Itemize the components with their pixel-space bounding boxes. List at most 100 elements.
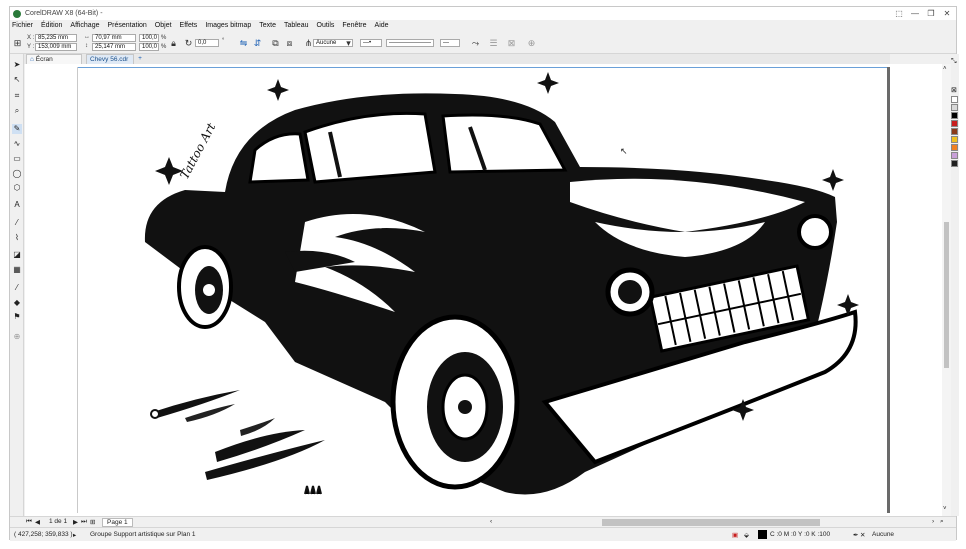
palette-swatch[interactable]	[951, 160, 958, 167]
artistic-media-icon[interactable]: ∿	[12, 139, 22, 149]
degree-symbol: °	[222, 38, 225, 44]
menu-tableau[interactable]: Tableau	[284, 22, 309, 29]
rotation-field[interactable]: 0,0	[195, 39, 219, 47]
rectangle-tool-icon[interactable]: ▭	[12, 154, 22, 164]
window-title: CorelDRAW X8 (64-Bit) -	[25, 10, 103, 17]
page-tab[interactable]: Page 1	[102, 518, 133, 527]
palette-swatch[interactable]	[951, 112, 958, 119]
status-arrow-icon[interactable]: ▸	[73, 531, 76, 539]
no-outline-icon: ✕	[860, 532, 866, 539]
toolbox: ➤ ↖ ⌗ ⌕ ✎ ∿ ▭ ◯ ⬡ A ⁄ ⌇ ◪ ▦ ⁄ ◆ ⚑ ⊕	[10, 54, 24, 516]
menu-aide[interactable]: Aide	[375, 22, 389, 29]
crop-tool-icon[interactable]: ⌗	[12, 91, 22, 101]
menu-fenetre[interactable]: Fenêtre	[342, 22, 366, 29]
color-proof-icon[interactable]: ▣	[732, 531, 738, 539]
palette-swatch[interactable]	[951, 136, 958, 143]
selection-info: Groupe Support artistique sur Plan 1	[90, 531, 196, 538]
prev-page-icon[interactable]: ◀	[35, 518, 40, 526]
menu-edition[interactable]: Édition	[41, 22, 62, 29]
menu-images-bitmap[interactable]: Images bitmap	[205, 22, 251, 29]
vertical-scrollbar[interactable]: ˄ ˅	[942, 64, 951, 516]
width-field[interactable]: 70,97 mm	[92, 34, 136, 42]
group-icon[interactable]: ⧉	[270, 38, 281, 49]
eyedropper-tool-icon[interactable]: ⁄	[12, 283, 22, 293]
horizontal-scroll-thumb[interactable]	[602, 519, 820, 526]
status-bar: ( 427,258; 359,833 ) ▸ Groupe Support ar…	[10, 527, 956, 541]
zoom-navigator-icon[interactable]: ⌕	[940, 518, 944, 526]
mirror-horizontal-icon[interactable]: ⇋	[238, 38, 249, 49]
document-navigator: ⏮ ◀ 1 de 1 ▶ ⏭ ⊞ Page 1 ‹ › ⌕	[10, 516, 956, 527]
palette-swatch[interactable]	[951, 128, 958, 135]
x-position-field[interactable]: 85,235 mm	[35, 34, 77, 42]
trim-icon[interactable]: ⊠	[506, 38, 517, 49]
y-position-field[interactable]: 153,009 mm	[35, 43, 77, 51]
zoom-tool-icon[interactable]: ⌕	[12, 106, 22, 116]
drop-shadow-icon[interactable]: ◪	[12, 250, 22, 260]
scroll-right-icon[interactable]: ›	[932, 518, 934, 525]
lock-ratio-icon[interactable]: 🔒︎	[168, 38, 179, 49]
add-page-icon[interactable]: ⊞	[90, 518, 95, 526]
scroll-left-icon[interactable]: ‹	[490, 518, 492, 525]
property-bar: ⊞ X : 85,235 mm Y : 153,009 mm ↔ 70,97 m…	[10, 32, 956, 54]
close-button[interactable]: ✕	[940, 9, 954, 18]
pick-tool-icon[interactable]: ➤	[12, 60, 22, 70]
no-color-icon[interactable]: ⊠	[951, 86, 957, 94]
scroll-down-icon[interactable]: ˅	[943, 506, 947, 512]
parallel-dimension-icon[interactable]: ⁄	[12, 218, 22, 228]
drawing-canvas[interactable]: Tattoo Art ↖	[25, 64, 942, 516]
next-page-icon[interactable]: ▶	[73, 518, 78, 526]
text-tool-icon[interactable]: A	[12, 200, 22, 210]
page-counter: 1 de 1	[49, 518, 68, 525]
add-tool-icon[interactable]: ⊕	[12, 332, 22, 342]
convert-curves-icon[interactable]: ⤳	[470, 38, 481, 49]
scale-x-field[interactable]: 100,0	[139, 34, 159, 42]
ellipse-tool-icon[interactable]: ◯	[12, 169, 22, 179]
object-origin-icon[interactable]: ⊞	[12, 38, 23, 49]
line-style-dropdown[interactable]: ———————	[386, 39, 434, 47]
polygon-tool-icon[interactable]: ⬡	[12, 183, 22, 193]
scroll-up-icon[interactable]: ˄	[943, 66, 947, 72]
align-icon[interactable]: ☰	[488, 38, 499, 49]
add-icon[interactable]: ⊕	[526, 38, 537, 49]
palette-swatch[interactable]	[951, 152, 958, 159]
brush-strokes[interactable]	[145, 382, 345, 502]
start-arrow-dropdown[interactable]: —•	[360, 39, 382, 47]
chevron-down-icon[interactable]: ▾	[343, 38, 354, 49]
end-arrow-dropdown[interactable]: —	[440, 39, 460, 47]
mouse-cursor-icon: ↖	[620, 146, 628, 156]
menu-fichier[interactable]: Fichier	[12, 22, 33, 29]
scale-x-percent: %	[161, 35, 167, 41]
scale-y-field[interactable]: 100,0	[139, 43, 159, 51]
new-tab-button[interactable]: +	[135, 54, 145, 64]
restore-small-icon[interactable]: ⬚	[892, 9, 906, 18]
tab-welcome-screen[interactable]: ⌂ Écran d'accueil	[26, 54, 82, 73]
interactive-fill-icon[interactable]: ◆	[12, 298, 22, 308]
menu-outils[interactable]: Outils	[317, 22, 335, 29]
tab-document[interactable]: Chevy 56.cdr	[86, 54, 134, 64]
height-field[interactable]: 25,147 mm	[92, 43, 136, 51]
first-page-icon[interactable]: ⏮	[26, 518, 32, 526]
palette-swatch[interactable]	[951, 104, 958, 111]
last-page-icon[interactable]: ⏭	[81, 518, 87, 526]
connector-tool-icon[interactable]: ⌇	[12, 233, 22, 243]
mirror-vertical-icon[interactable]: ⇵	[252, 38, 263, 49]
palette-menu-icon[interactable]: ⤡	[951, 58, 957, 66]
menu-affichage[interactable]: Affichage	[70, 22, 99, 29]
vertical-scroll-thumb[interactable]	[944, 222, 949, 368]
maximize-button[interactable]: ❐	[924, 9, 938, 18]
minimize-button[interactable]: —	[908, 9, 922, 18]
menu-presentation[interactable]: Présentation	[107, 22, 146, 29]
palette-swatch[interactable]	[951, 144, 958, 151]
freehand-tool-icon[interactable]: ✎	[12, 124, 22, 134]
shape-tool-icon[interactable]: ↖	[12, 75, 22, 85]
smart-fill-icon[interactable]: ⚑	[12, 312, 22, 322]
transparency-tool-icon[interactable]: ▦	[12, 265, 22, 275]
menu-effets[interactable]: Effets	[180, 22, 198, 29]
palette-swatch[interactable]	[951, 120, 958, 127]
palette-swatch[interactable]	[951, 96, 958, 103]
outline-pen-icon: ✒	[853, 532, 859, 539]
menu-texte[interactable]: Texte	[259, 22, 276, 29]
menu-objet[interactable]: Objet	[155, 22, 172, 29]
ungroup-icon[interactable]: ⧈	[284, 38, 295, 49]
y-label: Y :	[27, 44, 35, 50]
